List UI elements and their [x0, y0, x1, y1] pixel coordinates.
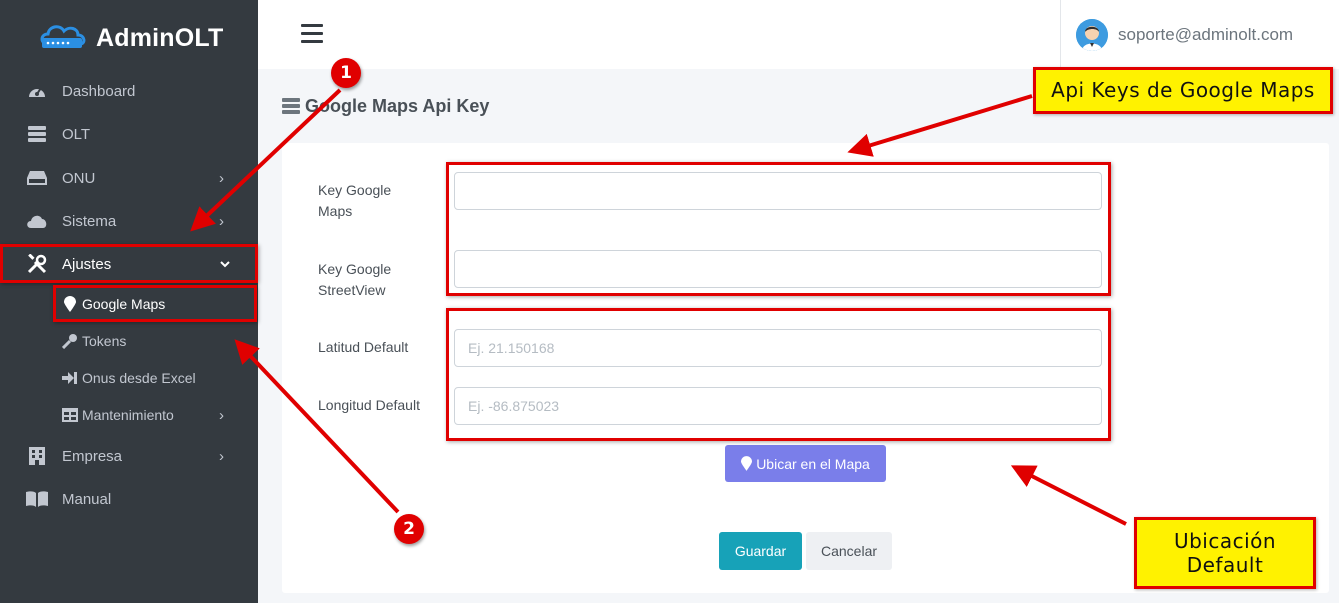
arrow-2 [234, 339, 400, 514]
callout-ubicacion-default: Ubicación Default [1134, 517, 1316, 589]
step-badge-2: 2 [394, 514, 424, 544]
callout-ubicacion-line1: Ubicación [1173, 529, 1277, 553]
step-badge-1: 1 [331, 58, 361, 88]
arrow-ubicacion [1010, 465, 1127, 526]
callout-ubicacion-line2: Default [1186, 553, 1264, 577]
callout-api-keys: Api Keys de Google Maps [1033, 67, 1333, 114]
arrow-api [847, 94, 1033, 157]
arrow-1 [190, 88, 342, 232]
